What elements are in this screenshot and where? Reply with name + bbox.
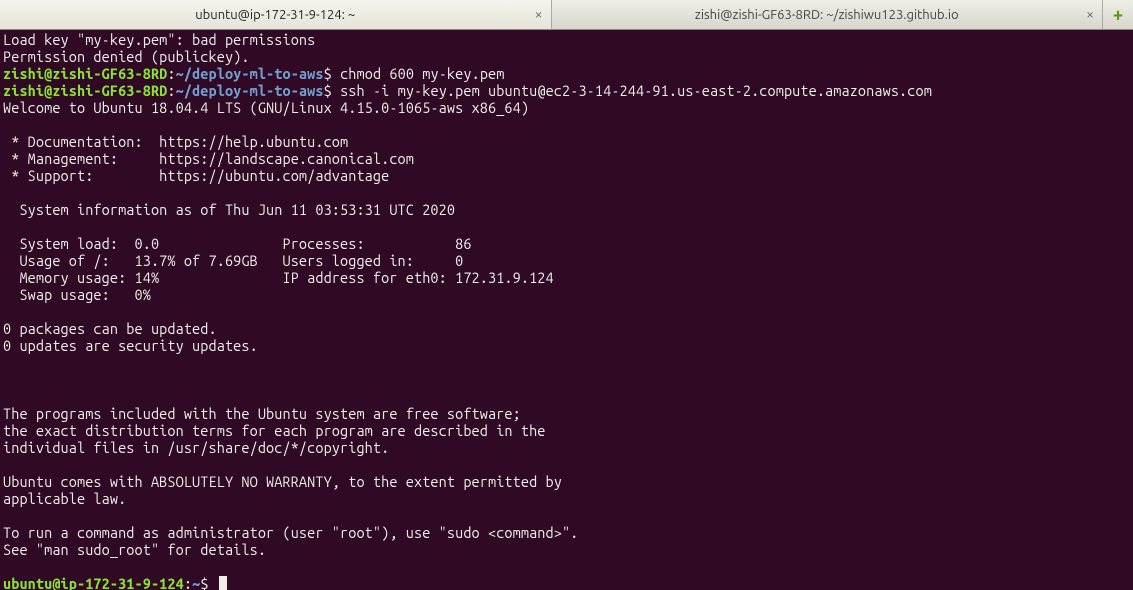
prompt-line: zishi@zishi-GF63-8RD:~/deploy-ml-to-aws$… xyxy=(3,65,1130,82)
blank-line xyxy=(3,218,1130,235)
add-tab-button[interactable]: + xyxy=(1103,0,1133,29)
tab-label: zishi@zishi-GF63-8RD: ~/zishiwu123.githu… xyxy=(695,8,959,22)
output-line: Swap usage: 0% xyxy=(3,286,1130,303)
output-line: * Documentation: https://help.ubuntu.com xyxy=(3,133,1130,150)
prompt-user: ubuntu@ip-172-31-9-124 xyxy=(3,575,184,590)
prompt-path: ~/deploy-ml-to-aws xyxy=(176,65,324,82)
blank-line xyxy=(3,388,1130,405)
tab-terminal-ubuntu[interactable]: ubuntu@ip-172-31-9-124: ~ × xyxy=(0,0,552,29)
prompt-dollar: $ xyxy=(324,65,332,82)
prompt-path: ~/deploy-ml-to-aws xyxy=(176,82,324,99)
tab-terminal-zishi[interactable]: zishi@zishi-GF63-8RD: ~/zishiwu123.githu… xyxy=(552,0,1104,29)
blank-line xyxy=(3,371,1130,388)
output-line: System information as of Thu Jun 11 03:5… xyxy=(3,201,1130,218)
command-text: chmod 600 my-key.pem xyxy=(340,65,504,82)
prompt-dollar: $ xyxy=(200,575,208,590)
prompt-user: zishi@zishi-GF63-8RD xyxy=(3,65,167,82)
blank-line xyxy=(3,456,1130,473)
close-icon[interactable]: × xyxy=(1086,6,1094,22)
output-line: * Support: https://ubuntu.com/advantage xyxy=(3,167,1130,184)
prompt-dollar: $ xyxy=(324,82,332,99)
output-line: To run a command as administrator (user … xyxy=(3,524,1130,541)
cursor-icon xyxy=(219,576,227,590)
prompt-user: zishi@zishi-GF63-8RD xyxy=(3,82,167,99)
blank-line xyxy=(3,116,1130,133)
prompt-line: ubuntu@ip-172-31-9-124:~$ xyxy=(3,575,1130,590)
prompt-line: zishi@zishi-GF63-8RD:~/deploy-ml-to-aws$… xyxy=(3,82,1130,99)
output-line: 0 packages can be updated. xyxy=(3,320,1130,337)
output-line: Memory usage: 14% IP address for eth0: 1… xyxy=(3,269,1130,286)
output-line: applicable law. xyxy=(3,490,1130,507)
output-line: The programs included with the Ubuntu sy… xyxy=(3,405,1130,422)
close-icon[interactable]: × xyxy=(535,6,543,22)
output-line: the exact distribution terms for each pr… xyxy=(3,422,1130,439)
output-line: 0 updates are security updates. xyxy=(3,337,1130,354)
blank-line xyxy=(3,184,1130,201)
output-line: Load key "my-key.pem": bad permissions xyxy=(3,31,1130,48)
command-text: ssh -i my-key.pem ubuntu@ec2-3-14-244-91… xyxy=(340,82,932,99)
output-line: * Management: https://landscape.canonica… xyxy=(3,150,1130,167)
tab-bar: ubuntu@ip-172-31-9-124: ~ × zishi@zishi-… xyxy=(0,0,1133,30)
tab-label: ubuntu@ip-172-31-9-124: ~ xyxy=(195,8,355,22)
terminal-body[interactable]: Load key "my-key.pem": bad permissionsPe… xyxy=(0,30,1133,590)
blank-line xyxy=(3,507,1130,524)
output-line: System load: 0.0 Processes: 86 xyxy=(3,235,1130,252)
blank-line xyxy=(3,354,1130,371)
output-line: Welcome to Ubuntu 18.04.4 LTS (GNU/Linux… xyxy=(3,99,1130,116)
output-line: Ubuntu comes with ABSOLUTELY NO WARRANTY… xyxy=(3,473,1130,490)
output-line: Usage of /: 13.7% of 7.69GB Users logged… xyxy=(3,252,1130,269)
output-line: See "man sudo_root" for details. xyxy=(3,541,1130,558)
output-line: individual files in /usr/share/doc/*/cop… xyxy=(3,439,1130,456)
output-line: Permission denied (publickey). xyxy=(3,48,1130,65)
blank-line xyxy=(3,558,1130,575)
blank-line xyxy=(3,303,1130,320)
